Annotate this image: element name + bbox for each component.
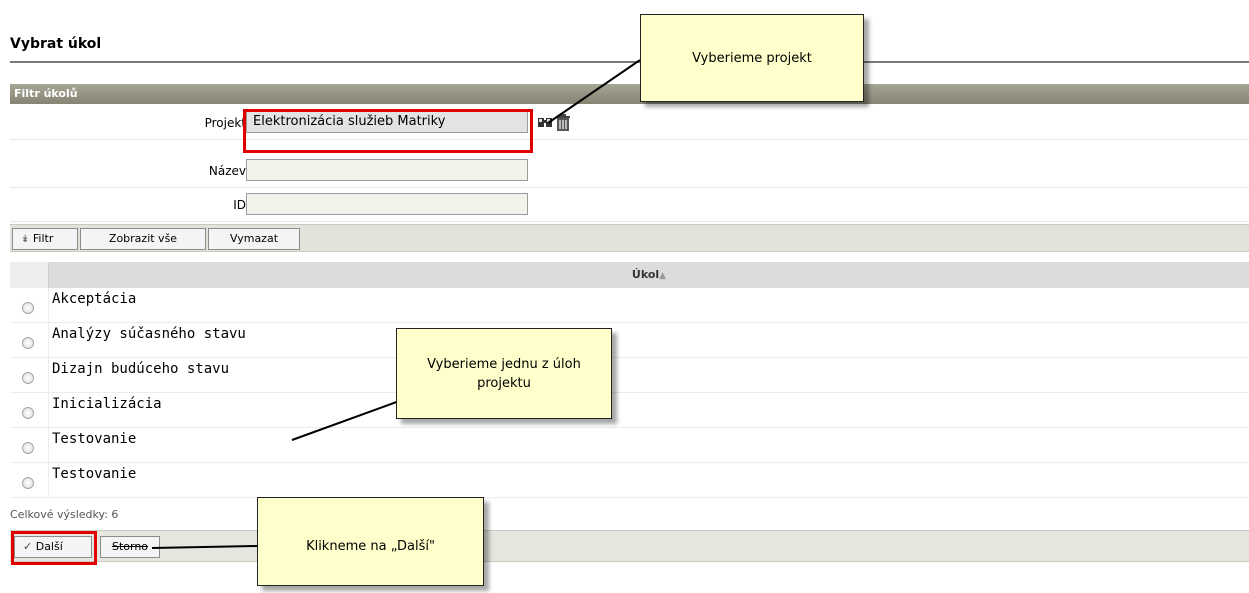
next-callout: Klikneme na „Další" [257,497,484,586]
pointer-line-project [547,59,641,124]
callout-pointers [151,59,641,549]
pointer-line-task [291,399,403,441]
task-callout: Vyberieme jednu z úloh projektu [396,328,612,419]
pointer-line-next [151,545,259,549]
project-callout: Vyberieme projekt [640,14,864,102]
